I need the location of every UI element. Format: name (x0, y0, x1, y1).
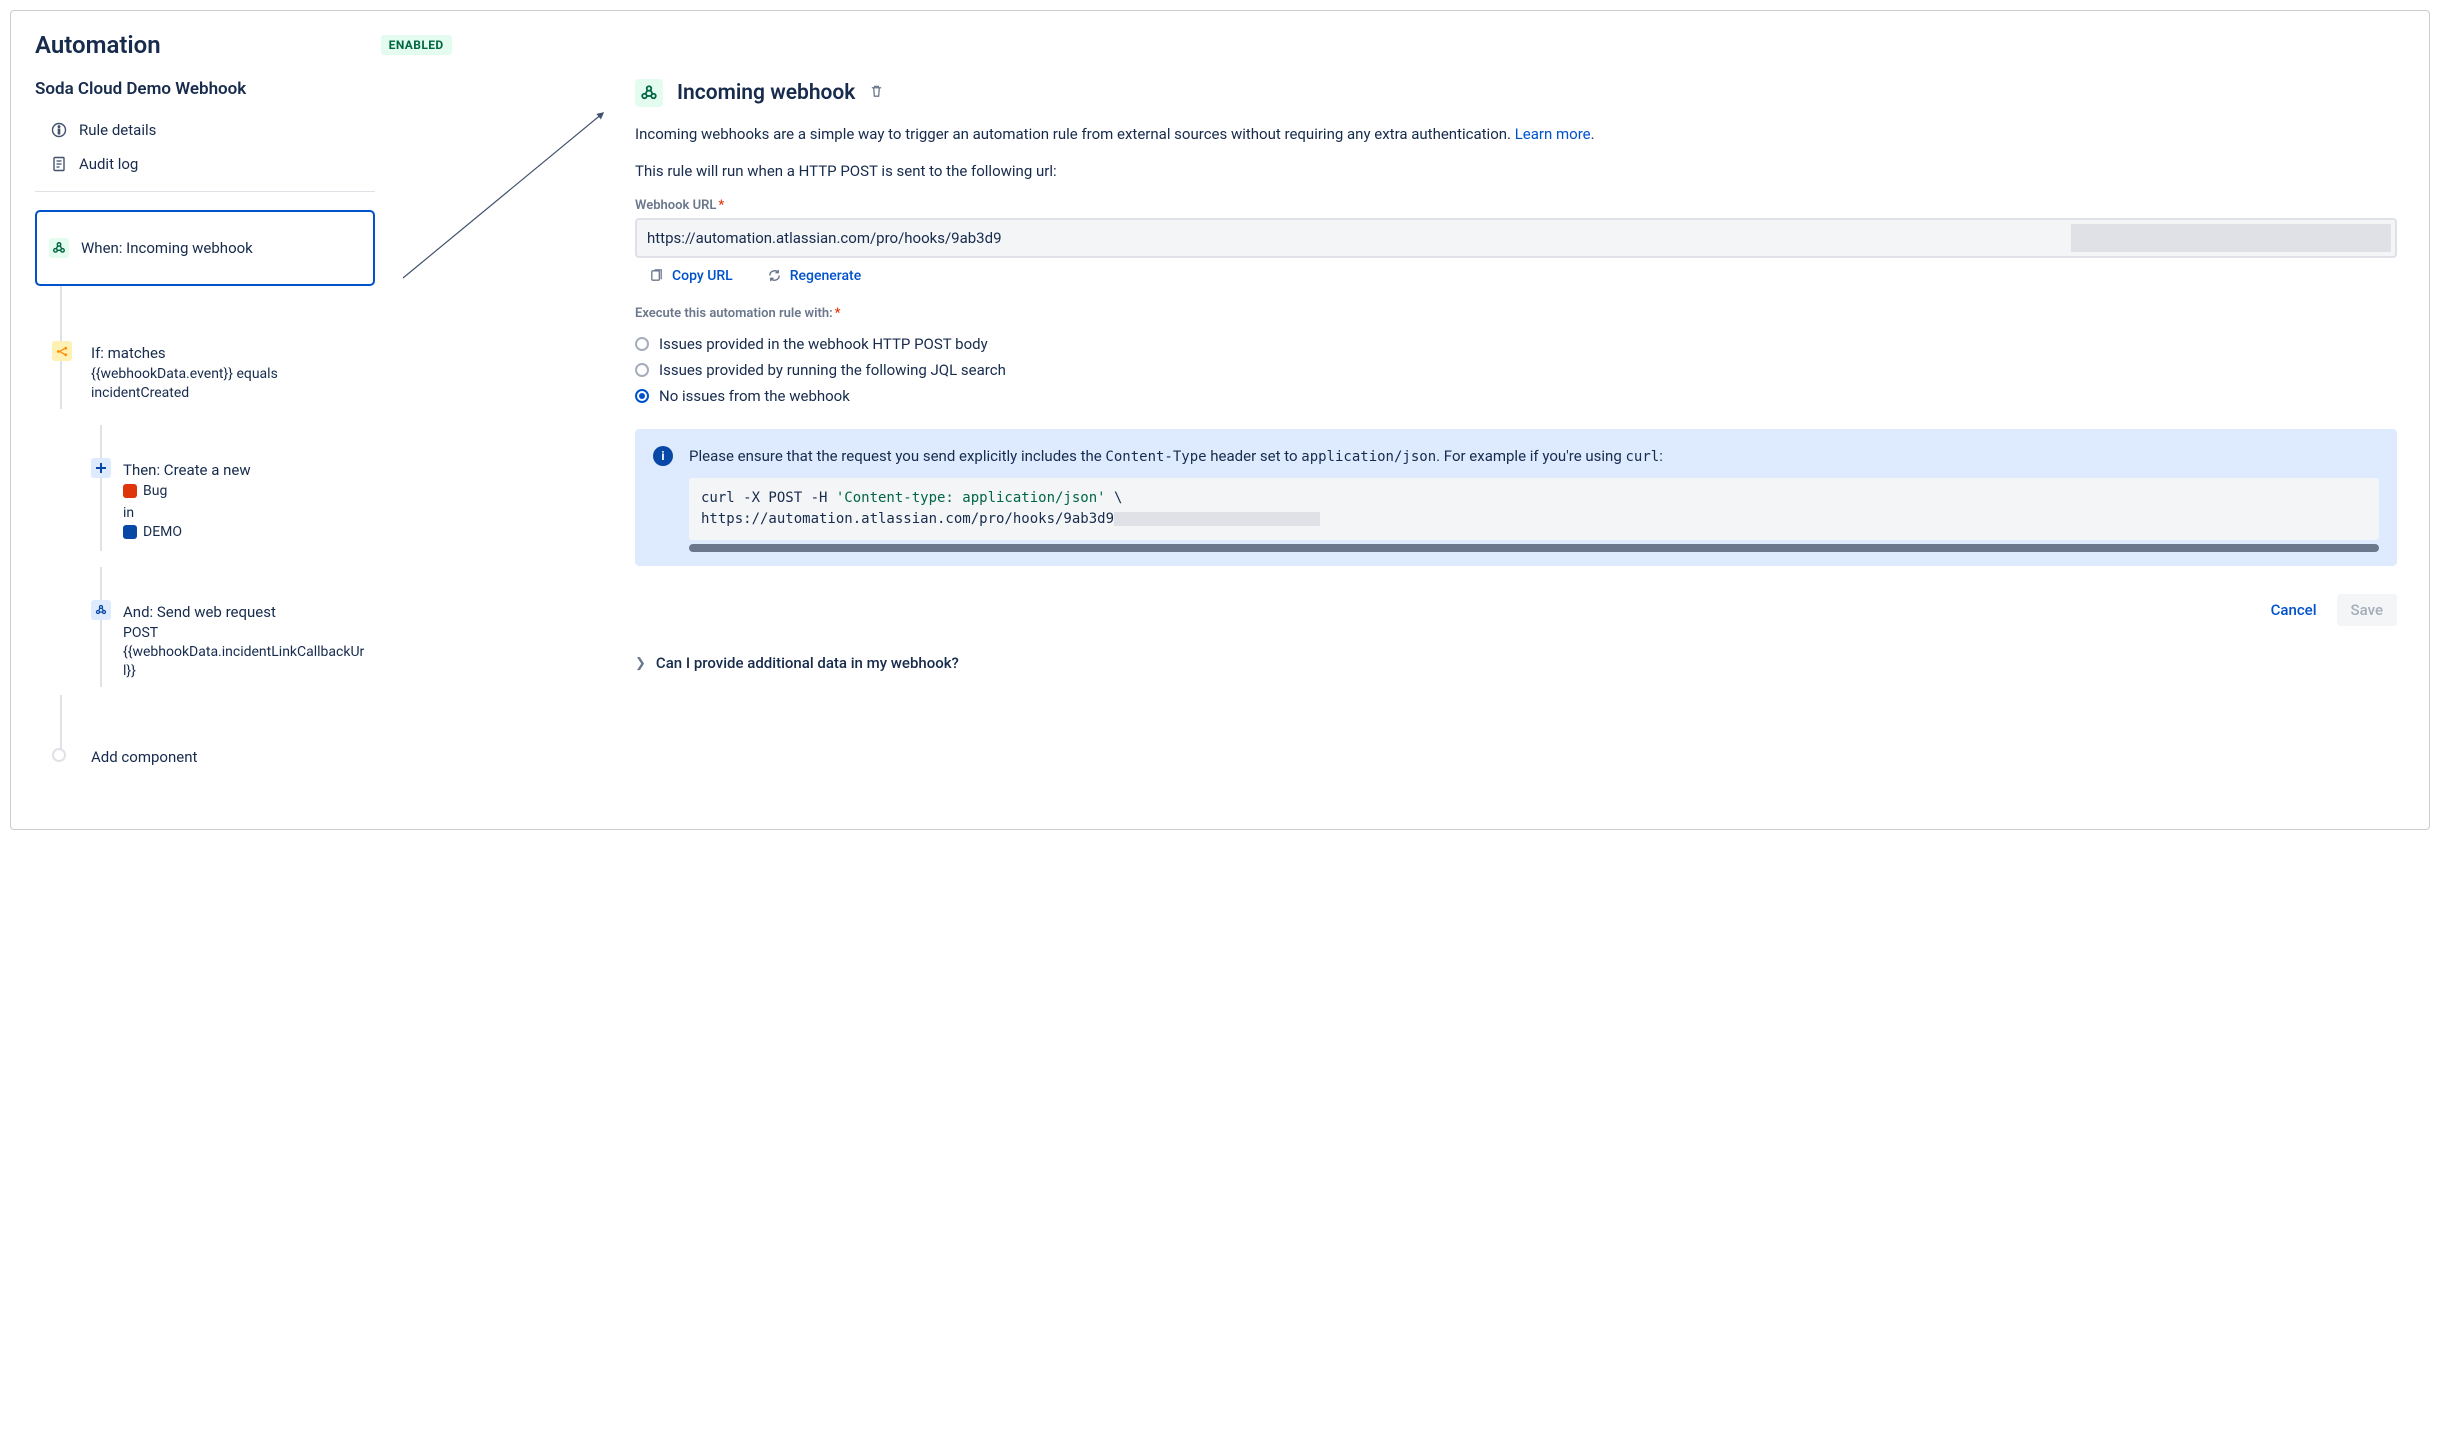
project-label: DEMO (143, 523, 182, 542)
code-redaction-mask (1114, 512, 1320, 526)
nav-rule-details-label: Rule details (79, 121, 156, 139)
learn-more-link[interactable]: Learn more (1515, 125, 1591, 143)
webhook-icon (91, 600, 111, 620)
then-desc: Bug in DEMO (123, 482, 375, 546)
and-url: {{webhookData.incidentLinkCallbackUrl}} (123, 643, 375, 681)
execute-with-radio-group: Issues provided in the webhook HTTP POST… (635, 331, 2397, 409)
and-method: POST (123, 624, 375, 643)
radio-label: Issues provided by running the following… (659, 361, 1006, 379)
add-component-row[interactable]: Add component (35, 751, 375, 769)
bug-icon (123, 484, 137, 498)
if-condition-row[interactable]: If: matches {{webhookData.event}} equals… (35, 344, 375, 403)
then-action-row[interactable]: Then: Create a new Bug in DEMO (35, 461, 375, 546)
when-trigger-label: When: Incoming webhook (81, 239, 253, 257)
url-redaction-mask (2071, 224, 2391, 252)
radio-icon (635, 363, 649, 377)
code-example: curl -X POST -H 'Content-type: applicati… (689, 478, 2379, 540)
webhook-icon (49, 238, 69, 258)
button-row: Cancel Save (635, 594, 2397, 626)
refresh-icon (767, 268, 782, 283)
info-code: Content-Type (1105, 449, 1206, 465)
document-icon (51, 156, 67, 172)
info-icon: i (653, 446, 673, 466)
save-button: Save (2337, 594, 2397, 626)
rule-explanation: This rule will run when a HTTP POST is s… (635, 160, 2397, 183)
branch-icon (52, 341, 72, 361)
nav-audit-log[interactable]: Audit log (35, 147, 375, 181)
status-badge: ENABLED (381, 35, 452, 55)
chevron-right-icon: ❯ (635, 656, 646, 671)
page-title: Automation (35, 31, 161, 59)
plus-icon (91, 458, 111, 478)
regenerate-button[interactable]: Regenerate (767, 268, 861, 284)
project-icon (123, 525, 137, 539)
webhook-icon (635, 79, 663, 107)
radio-icon (635, 389, 649, 403)
rule-name: Soda Cloud Demo Webhook (35, 79, 375, 99)
copy-icon (649, 268, 664, 283)
tree-gutter (35, 344, 91, 403)
cancel-button[interactable]: Cancel (2257, 594, 2331, 626)
tree-gutter (91, 603, 123, 681)
copy-url-button[interactable]: Copy URL (649, 268, 733, 284)
tree-gutter (91, 461, 123, 546)
info-icon (51, 122, 67, 138)
execute-with-label: Execute this automation rule with:* (635, 306, 2397, 321)
code-scrollbar[interactable] (689, 544, 2379, 552)
issue-type-label: Bug (143, 482, 167, 501)
info-text-part: header set to (1207, 447, 1302, 465)
intro-dot: . (1591, 125, 1595, 143)
expander-label: Can I provide additional data in my webh… (656, 654, 959, 672)
nav-rule-details[interactable]: Rule details (35, 113, 375, 147)
right-panel: Incoming webhook Incoming webhooks are a… (635, 79, 2405, 769)
radio-issues-body[interactable]: Issues provided in the webhook HTTP POST… (635, 331, 2397, 357)
if-title: If: matches (91, 344, 375, 362)
then-title: Then: Create a new (123, 461, 375, 479)
delete-button[interactable] (869, 84, 884, 103)
radio-label: Issues provided in the webhook HTTP POST… (659, 335, 988, 353)
left-column: Soda Cloud Demo Webhook Rule details Aud… (35, 79, 375, 769)
then-in-label: in (123, 504, 375, 523)
additional-data-expander[interactable]: ❯ Can I provide additional data in my we… (635, 654, 2397, 672)
right-panel-title: Incoming webhook (677, 81, 855, 105)
nav-audit-log-label: Audit log (79, 155, 138, 173)
hollow-circle-icon (52, 748, 66, 762)
intro-text: Incoming webhooks are a simple way to tr… (635, 125, 1515, 143)
page-frame: Automation ENABLED Soda Cloud Demo Webho… (10, 10, 2430, 830)
and-title: And: Send web request (123, 603, 375, 621)
radio-icon (635, 337, 649, 351)
tree-gutter (35, 751, 91, 769)
info-text-part: . For example if you're using (1436, 447, 1625, 465)
info-code: curl (1625, 449, 1659, 465)
info-text-part: : (1659, 447, 1663, 465)
intro-paragraph: Incoming webhooks are a simple way to tr… (635, 123, 2397, 146)
radio-label: No issues from the webhook (659, 387, 850, 405)
add-component-label: Add component (91, 748, 375, 766)
info-text-part: Please ensure that the request you send … (689, 447, 1105, 465)
page-header: Automation ENABLED (35, 31, 2405, 59)
if-desc: {{webhookData.event}} equals incidentCre… (91, 365, 375, 403)
radio-issues-jql[interactable]: Issues provided by running the following… (635, 357, 2397, 383)
info-panel: i Please ensure that the request you sen… (635, 429, 2397, 567)
radio-no-issues[interactable]: No issues from the webhook (635, 383, 2397, 409)
divider (35, 191, 375, 192)
and-action-row[interactable]: And: Send web request POST {{webhookData… (35, 603, 375, 681)
when-trigger-box[interactable]: When: Incoming webhook (35, 210, 375, 286)
trash-icon (869, 84, 884, 99)
webhook-url-label: Webhook URL* (635, 198, 2397, 213)
info-code: application/json (1301, 449, 1436, 465)
